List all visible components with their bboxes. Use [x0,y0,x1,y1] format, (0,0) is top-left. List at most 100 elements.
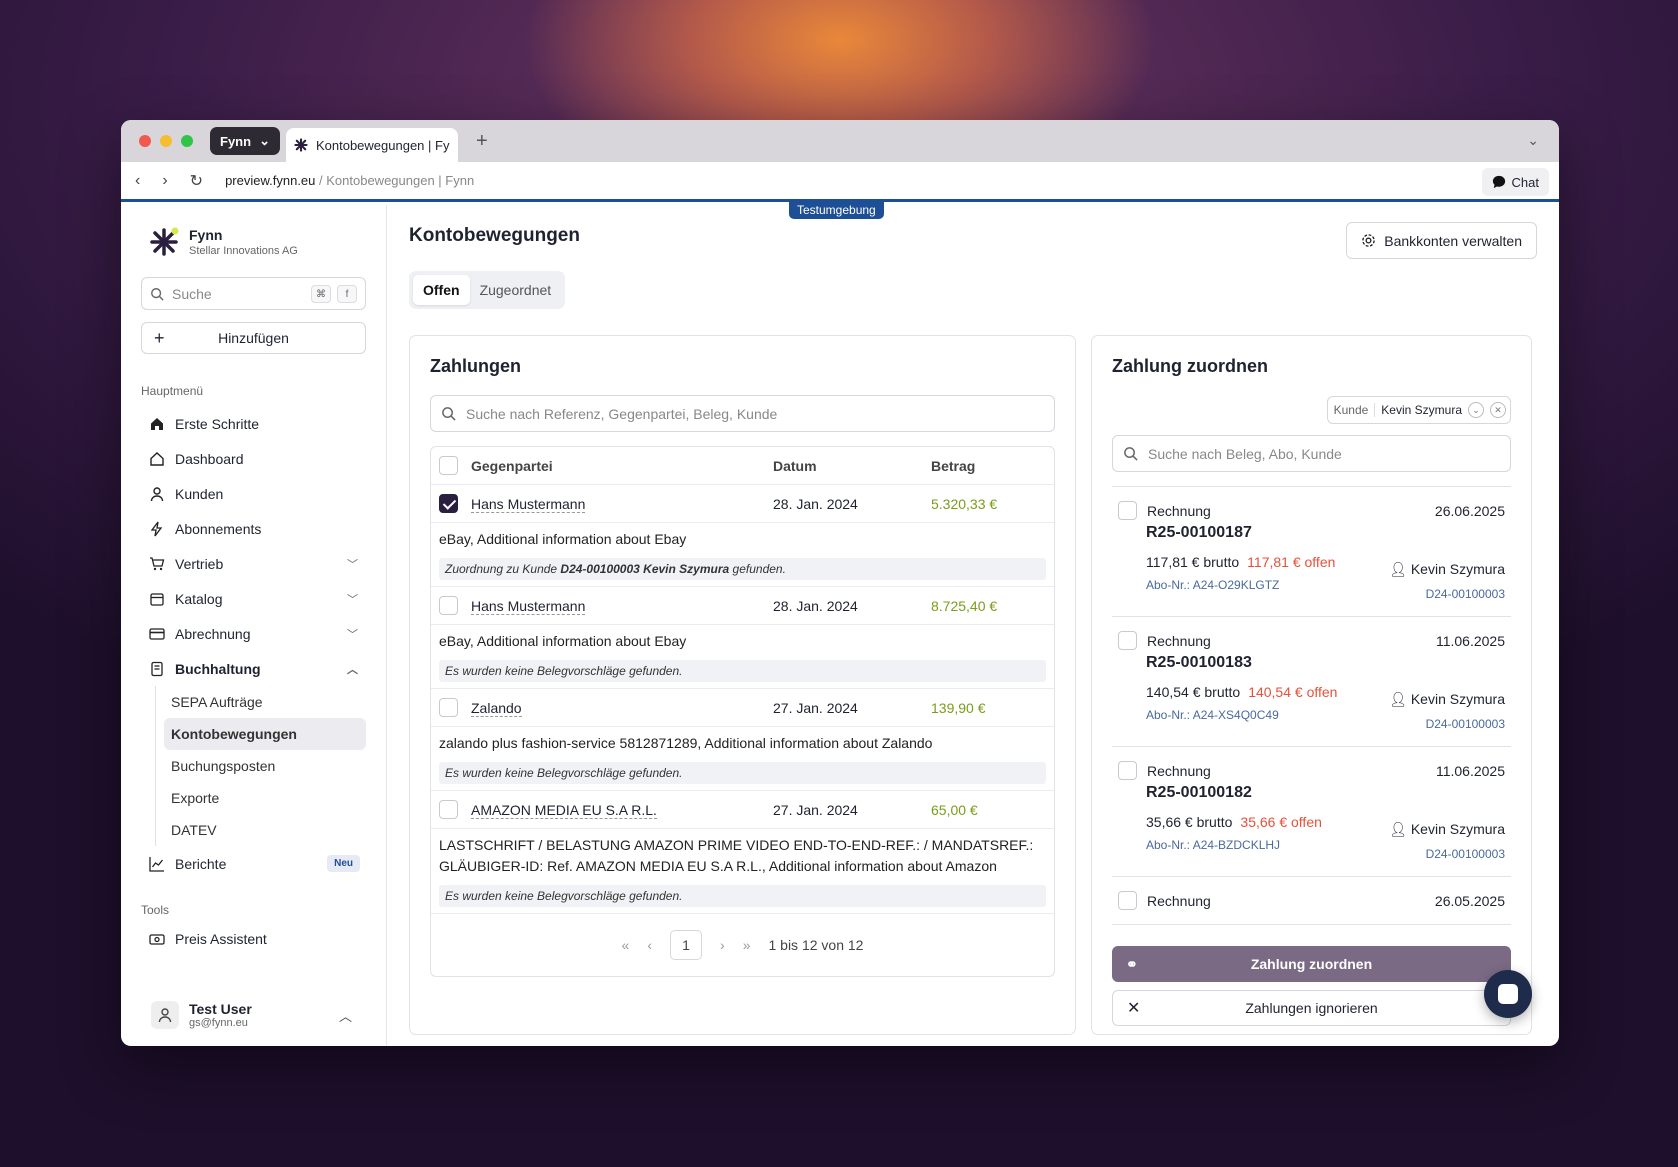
row-checkbox[interactable] [439,494,458,513]
back-icon[interactable]: ‹ [135,172,140,190]
brand[interactable]: Fynn Stellar Innovations AG [149,227,366,257]
invoice-gross: 140,54 € brutto [1146,684,1241,700]
invoice-debtor[interactable]: D24-00100003 [1426,587,1505,601]
sidebar-subitem-buchungsposten[interactable]: Buchungsposten [164,750,366,782]
manage-bank-accounts-button[interactable]: Bankkonten verwalten [1346,222,1537,259]
sidebar-item-kunden[interactable]: Kunden [141,476,366,511]
sidebar-search-placeholder: Suche [172,285,212,302]
invoice-checkbox[interactable] [1118,761,1137,780]
next-page-icon[interactable]: › [720,937,725,953]
dashboard-icon [150,451,164,466]
reload-icon[interactable]: ↻ [190,171,203,191]
minimize-window-button[interactable] [160,135,172,147]
invoice-checkbox[interactable] [1118,501,1137,520]
sidebar-item-erste-schritte[interactable]: Erste Schritte [141,406,366,441]
row-checkbox[interactable] [439,698,458,717]
invoice-item[interactable]: Rechnung 11.06.2025 R25-00100182 35,66 €… [1112,747,1511,877]
counterparty-link[interactable]: Zalando [471,699,522,717]
status-tabs: Offen Zugeordnet [409,271,566,309]
sidebar-subitem-kontobewegungen[interactable]: Kontobewegungen [164,718,366,750]
invoice-debtor[interactable]: D24-00100003 [1426,847,1505,861]
invoice-checkbox[interactable] [1118,631,1137,650]
sidebar-subitem-exporte[interactable]: Exporte [164,782,366,814]
user-icon: 👤︎ [1389,561,1411,577]
sidebar-item-preis-assistent[interactable]: Preis Assistent [141,925,366,953]
table-row[interactable]: AMAZON MEDIA EU S.A R.L. 27. Jan. 2024 6… [431,791,1054,829]
url-field[interactable]: preview.fynn.eu / Kontobewegungen | Fynn [225,173,474,188]
payments-search-input[interactable]: Suche nach Referenz, Gegenpartei, Beleg,… [430,395,1055,432]
counterparty-link[interactable]: Hans Mustermann [471,495,586,513]
invoice-checkbox[interactable] [1118,891,1137,910]
sidebar-item-buchhaltung[interactable]: Buchhaltung ︿ [141,651,366,686]
window-controls [139,135,193,147]
match-note: Es wurden keine Belegvorschläge gefunden… [439,885,1046,907]
invoice-item[interactable]: Rechnung 11.06.2025 R25-00100183 140,54 … [1112,617,1511,747]
search-icon [151,287,164,301]
invoice-customer-name: Kevin Szymura [1410,691,1505,707]
sidebar: Fynn Stellar Innovations AG Suche ⌘ f + … [121,205,387,1046]
sidebar-search-input[interactable]: Suche ⌘ f [141,277,366,310]
sidebar-item-abrechnung[interactable]: Abrechnung ﹀ [141,616,366,651]
table-row[interactable]: Hans Mustermann 28. Jan. 2024 8.725,40 € [431,587,1054,625]
sidebar-item-katalog[interactable]: Katalog ﹀ [141,581,366,616]
home-icon [151,417,163,430]
close-window-button[interactable] [139,135,151,147]
invoice-open: 35,66 € offen [1240,814,1322,830]
tab-offen[interactable]: Offen [413,275,470,305]
clear-filter-icon[interactable]: ✕ [1490,402,1506,418]
cart-icon [150,556,165,570]
sidebar-item-label: Berichte [175,855,227,872]
select-all-checkbox[interactable] [439,456,458,475]
accounting-submenu: SEPA Aufträge Kontobewegungen Buchungspo… [155,686,366,846]
counterparty-link[interactable]: Hans Mustermann [471,597,586,615]
assign-search-input[interactable]: Suche nach Beleg, Abo, Kunde [1112,435,1511,472]
ignore-payments-button[interactable]: ✕ Zahlungen ignorieren [1112,990,1511,1026]
chevron-down-icon[interactable]: ⌄ [1468,402,1484,418]
add-button[interactable]: + Hinzufügen [141,322,366,354]
row-checkbox[interactable] [439,596,458,615]
invoice-item[interactable]: Rechnung 26.06.2025 R25-00100187 117,81 … [1112,487,1511,617]
browser-tabbar: Fynn ⌄ Kontobewegungen | Fy + ⌄ [121,120,1559,162]
invoice-debtor[interactable]: D24-00100003 [1426,717,1505,731]
customer-filter-chip[interactable]: Kunde Kevin Szymura ⌄ ✕ [1326,396,1511,424]
chevron-down-icon: ⌄ [259,133,270,148]
invoice-type: Rechnung [1147,762,1211,779]
forward-icon[interactable]: › [162,172,167,190]
profile-switcher[interactable]: Fynn ⌄ [210,127,280,155]
avatar [151,1001,179,1029]
zoom-window-button[interactable] [181,135,193,147]
match-note: Es wurden keine Belegvorschläge gefunden… [439,660,1046,682]
sidebar-item-label: Dashboard [175,450,244,467]
environment-badge: Testumgebung [789,201,884,219]
page-number-button[interactable]: 1 [670,930,703,960]
sidebar-subitem-sepa[interactable]: SEPA Aufträge [164,686,366,718]
sidebar-item-abonnements[interactable]: Abonnements [141,511,366,546]
tab-zugeordnet[interactable]: Zugeordnet [470,275,562,305]
user-menu[interactable]: Test User gs@fynn.eu ︿ [141,984,366,1046]
assign-payment-button[interactable]: ⚭ Zahlung zuordnen [1112,946,1511,982]
table-row[interactable]: Zalando 27. Jan. 2024 139,90 € [431,689,1054,727]
sidebar-item-label: Erste Schritte [175,415,260,432]
ignore-payments-label: Zahlungen ignorieren [1245,1000,1378,1016]
tab-list-chevron-icon[interactable]: ⌄ [1527,132,1539,149]
sidebar-item-label: Vertrieb [175,555,224,572]
last-page-icon[interactable]: » [743,937,751,953]
table-row[interactable]: Hans Mustermann 28. Jan. 2024 5.320,33 € [431,485,1054,523]
sidebar-subitem-datev[interactable]: DATEV [164,814,366,846]
sidebar-item-dashboard[interactable]: Dashboard [141,441,366,476]
accounting-icon [151,661,163,676]
new-tab-icon[interactable]: + [476,130,488,153]
invoice-item[interactable]: Rechnung 26.05.2025 [1112,877,1511,925]
sidebar-item-berichte[interactable]: Berichte Neu [141,846,366,881]
counterparty-link[interactable]: AMAZON MEDIA EU S.A R.L. [471,801,657,819]
prev-page-icon[interactable]: ‹ [647,937,652,953]
match-note: Es wurden keine Belegvorschläge gefunden… [439,762,1046,784]
row-checkbox[interactable] [439,800,458,819]
chat-label: Chat [1511,174,1539,190]
active-browser-tab[interactable]: Kontobewegungen | Fy [285,128,458,162]
first-page-icon[interactable]: « [622,937,630,953]
chat-button[interactable]: Chat [1481,168,1549,196]
sidebar-item-label: Katalog [175,590,223,607]
support-chat-button[interactable] [1484,970,1532,1018]
sidebar-item-vertrieb[interactable]: Vertrieb ﹀ [141,546,366,581]
